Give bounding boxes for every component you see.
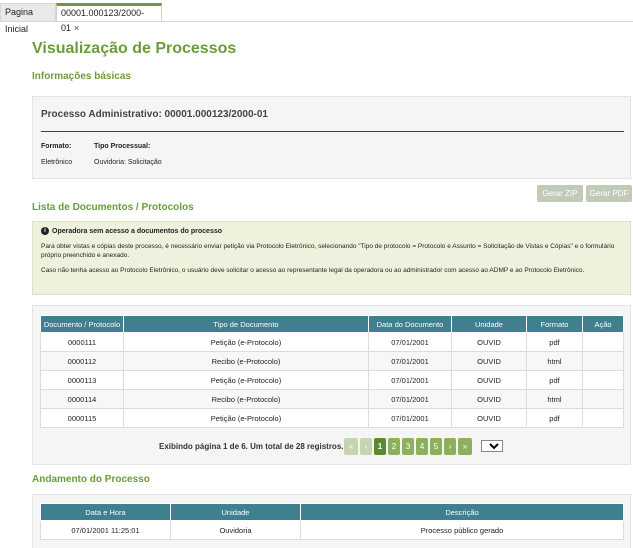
basic-info-title: Informações básicas bbox=[32, 71, 131, 82]
col-header[interactable]: Tipo de Documento bbox=[123, 315, 369, 333]
col-header[interactable]: Formato bbox=[526, 315, 583, 333]
first-page-button[interactable]: « bbox=[344, 438, 358, 455]
doc-unit: OUVID bbox=[451, 370, 527, 390]
doc-number[interactable]: 0000111 bbox=[40, 332, 124, 352]
doc-action bbox=[582, 332, 624, 352]
doc-date: 07/01/2001 bbox=[368, 370, 452, 390]
table-row: 0000113 Petição (e-Protocolo) 07/01/2001… bbox=[40, 370, 624, 390]
type-label: Tipo Processual: bbox=[94, 143, 151, 150]
col-header: Ação bbox=[582, 315, 624, 333]
notice-paragraph-1: Para obter vistas e cópias deste process… bbox=[41, 243, 615, 259]
doc-action bbox=[582, 351, 624, 371]
documents-header-row: Documento / Protocolo Tipo de Documento … bbox=[40, 315, 624, 333]
tab-process[interactable]: 00001.000123/2000-01 × bbox=[56, 3, 162, 33]
doc-type: Recibo (e-Protocolo) bbox=[123, 389, 369, 409]
doc-number[interactable]: 0000115 bbox=[40, 408, 124, 428]
doc-type: Petição (e-Protocolo) bbox=[123, 370, 369, 390]
page-button[interactable]: 3 bbox=[402, 438, 414, 455]
page-button[interactable]: 1 bbox=[374, 438, 386, 455]
table-row: 0000115 Petição (e-Protocolo) 07/01/2001… bbox=[40, 408, 624, 428]
doc-format[interactable]: pdf bbox=[526, 332, 583, 352]
pagination: « ‹ 1 2 3 4 5 › » bbox=[344, 438, 472, 455]
col-header[interactable]: Data do Documento bbox=[368, 315, 452, 333]
page-title: Visualização de Processos bbox=[32, 40, 237, 57]
col-header[interactable]: Unidade bbox=[451, 315, 527, 333]
basic-info-panel: Processo Administrativo: 00001.000123/20… bbox=[32, 96, 631, 179]
progress-title: Andamento do Processo bbox=[32, 474, 150, 485]
close-icon[interactable]: × bbox=[74, 23, 79, 33]
notice-title: Operadora sem acesso a documentos do pro… bbox=[52, 227, 223, 235]
type-value: Ouvidoria: Solicitação bbox=[94, 159, 162, 166]
next-page-button[interactable]: › bbox=[444, 438, 456, 455]
progress-table: Data e Hora Unidade Descrição 07/01/2001… bbox=[40, 503, 624, 540]
page-size-select[interactable]: 5 bbox=[481, 440, 503, 452]
table-row: 07/01/2001 11:25:01 Ouvidoria Processo p… bbox=[40, 520, 624, 540]
generate-pdf-button[interactable]: Gerar PDF bbox=[586, 185, 632, 202]
doc-number[interactable]: 0000114 bbox=[40, 389, 124, 409]
doc-unit: OUVID bbox=[451, 408, 527, 428]
doc-date: 07/01/2001 bbox=[368, 351, 452, 371]
progress-header-row: Data e Hora Unidade Descrição bbox=[40, 503, 624, 521]
doc-type: Petição (e-Protocolo) bbox=[123, 332, 369, 352]
doc-type: Petição (e-Protocolo) bbox=[123, 408, 369, 428]
doc-action bbox=[582, 389, 624, 409]
col-header[interactable]: Documento / Protocolo bbox=[40, 315, 124, 333]
doc-action bbox=[582, 370, 624, 390]
table-row: 0000111 Petição (e-Protocolo) 07/01/2001… bbox=[40, 332, 624, 352]
divider bbox=[41, 131, 624, 132]
notice-paragraph-2: Caso não tenha acesso ao Protocolo Eletr… bbox=[41, 267, 585, 274]
col-header[interactable]: Unidade bbox=[170, 503, 301, 521]
doc-number[interactable]: 0000112 bbox=[40, 351, 124, 371]
col-header[interactable]: Data e Hora bbox=[40, 503, 171, 521]
progress-description: Processo público gerado bbox=[300, 520, 624, 540]
table-row: 0000112 Recibo (e-Protocolo) 07/01/2001 … bbox=[40, 351, 624, 371]
format-label: Formato: bbox=[41, 143, 72, 150]
doc-date: 07/01/2001 bbox=[368, 408, 452, 428]
access-notice: i Operadora sem acesso a documentos do p… bbox=[32, 221, 631, 295]
page-button[interactable]: 5 bbox=[430, 438, 442, 455]
doc-unit: OUVID bbox=[451, 351, 527, 371]
doc-format[interactable]: pdf bbox=[526, 370, 583, 390]
doc-format[interactable]: html bbox=[526, 389, 583, 409]
last-page-button[interactable]: » bbox=[458, 438, 472, 455]
progress-datetime: 07/01/2001 11:25:01 bbox=[40, 520, 171, 540]
info-icon: i bbox=[41, 227, 49, 235]
prev-page-button[interactable]: ‹ bbox=[360, 438, 372, 455]
page-button[interactable]: 2 bbox=[388, 438, 400, 455]
doc-format[interactable]: html bbox=[526, 351, 583, 371]
doc-action bbox=[582, 408, 624, 428]
generate-zip-button[interactable]: Gerar ZIP bbox=[537, 185, 583, 202]
doc-format[interactable]: pdf bbox=[526, 408, 583, 428]
col-header[interactable]: Descrição bbox=[300, 503, 624, 521]
doc-date: 07/01/2001 bbox=[368, 332, 452, 352]
doc-type: Recibo (e-Protocolo) bbox=[123, 351, 369, 371]
progress-unit: Ouvidoria bbox=[170, 520, 301, 540]
documents-title: Lista de Documentos / Protocolos bbox=[32, 202, 194, 213]
process-heading: Processo Administrativo: 00001.000123/20… bbox=[41, 109, 268, 120]
doc-unit: OUVID bbox=[451, 389, 527, 409]
doc-unit: OUVID bbox=[451, 332, 527, 352]
doc-date: 07/01/2001 bbox=[368, 389, 452, 409]
table-row: 0000114 Recibo (e-Protocolo) 07/01/2001 … bbox=[40, 389, 624, 409]
format-value: Eletrônico bbox=[41, 159, 73, 166]
tab-bar: Pagina Inicial 00001.000123/2000-01 × bbox=[0, 0, 633, 34]
notice-heading: i Operadora sem acesso a documentos do p… bbox=[41, 227, 622, 235]
page-button[interactable]: 4 bbox=[416, 438, 428, 455]
pagination-summary: Exibindo página 1 de 6. Um total de 28 r… bbox=[159, 442, 344, 451]
documents-table: Documento / Protocolo Tipo de Documento … bbox=[40, 315, 624, 428]
tab-divider bbox=[0, 21, 633, 22]
doc-number[interactable]: 0000113 bbox=[40, 370, 124, 390]
tab-home[interactable]: Pagina Inicial bbox=[0, 3, 56, 34]
